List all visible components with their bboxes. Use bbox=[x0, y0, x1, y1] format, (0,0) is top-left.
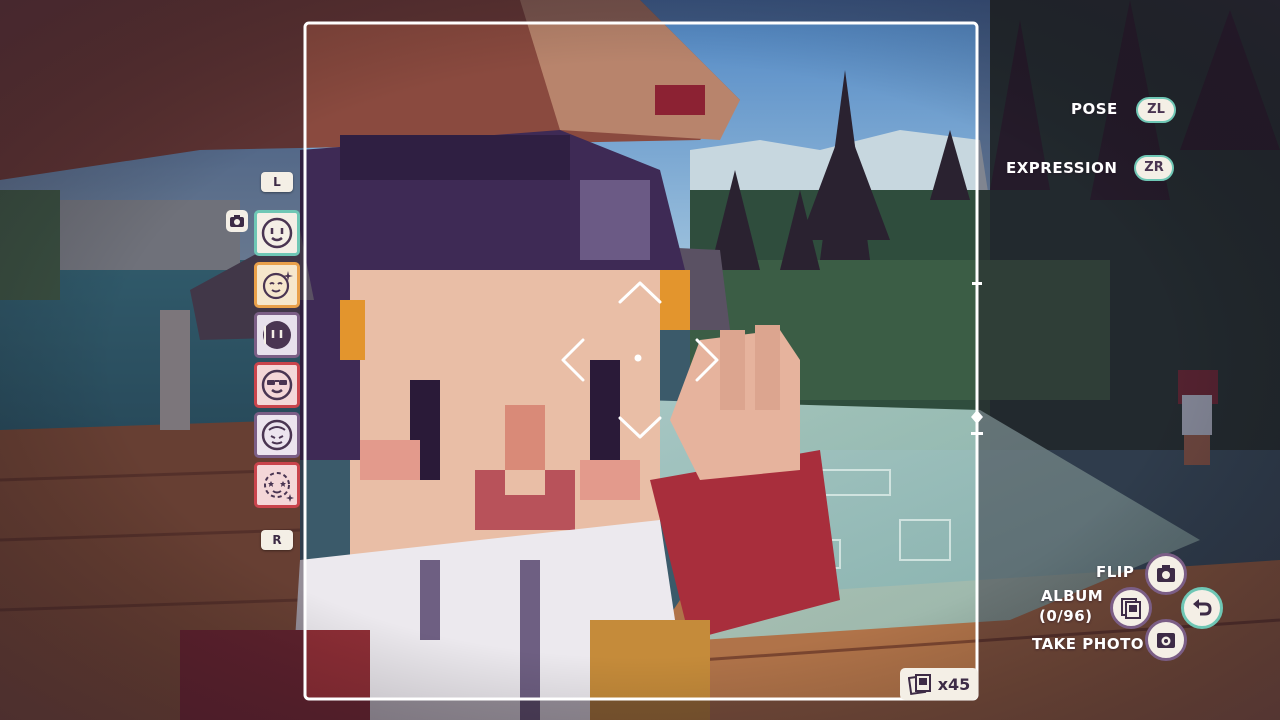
back-button[interactable] bbox=[1181, 587, 1223, 629]
album-count: (0/96) bbox=[1039, 607, 1093, 625]
expression-option-1[interactable] bbox=[254, 210, 300, 256]
shutter-camera-icon bbox=[1157, 633, 1175, 648]
smile-face-icon bbox=[261, 217, 293, 249]
expression-option-2[interactable] bbox=[254, 262, 300, 308]
take-photo-label: TAKE PHOTO bbox=[1032, 635, 1145, 653]
film-counter: x45 bbox=[900, 668, 978, 700]
pose-button[interactable]: ZL bbox=[1136, 97, 1176, 123]
expression-option-5[interactable] bbox=[254, 412, 300, 458]
star-face-icon bbox=[264, 472, 294, 502]
camera-selfie-icon bbox=[226, 210, 248, 232]
expression-next-key[interactable]: R bbox=[261, 530, 293, 550]
flip-label: FLIP bbox=[1096, 563, 1135, 581]
sunglasses-face-icon bbox=[261, 369, 293, 401]
take-photo-button[interactable] bbox=[1145, 619, 1187, 661]
sparkle-face-icon bbox=[262, 271, 293, 300]
expression-prev-key[interactable]: L bbox=[261, 172, 293, 192]
pose-label: POSE bbox=[1071, 100, 1118, 118]
expression-button[interactable]: ZR bbox=[1134, 155, 1174, 181]
expression-list bbox=[252, 208, 304, 513]
dizzy-face-icon bbox=[261, 419, 293, 451]
expression-option-6[interactable] bbox=[254, 462, 300, 508]
album-icon bbox=[1121, 598, 1141, 619]
flip-button[interactable] bbox=[1145, 553, 1187, 595]
expression-option-3[interactable] bbox=[254, 312, 300, 358]
expression-option-4[interactable] bbox=[254, 362, 300, 408]
flip-camera-icon bbox=[1157, 565, 1175, 582]
back-arrow-icon bbox=[1193, 599, 1212, 616]
album-label: ALBUM bbox=[1041, 587, 1104, 605]
gloomy-face-icon bbox=[263, 321, 291, 349]
film-photos-icon bbox=[907, 674, 931, 695]
album-button[interactable] bbox=[1110, 587, 1152, 629]
film-remaining: x45 bbox=[937, 674, 971, 694]
expression-label: EXPRESSION bbox=[1006, 159, 1118, 177]
